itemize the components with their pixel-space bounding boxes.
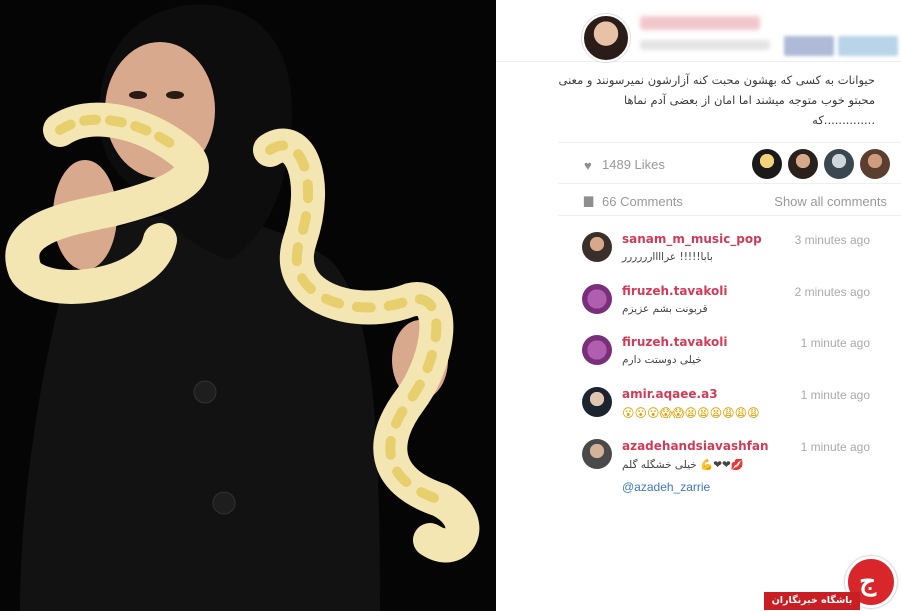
share-twitter-button[interactable] xyxy=(838,36,898,56)
photo-illustration xyxy=(0,0,496,611)
author-username-blurred[interactable] xyxy=(640,16,760,30)
comment-item: sanam_m_music_pop 3 minutes ago بابا!!!!… xyxy=(580,232,880,282)
commenter-username[interactable]: firuzeh.tavakoli xyxy=(622,335,727,349)
comment-text: 💋❤❤💪 خیلی خشگله گلم xyxy=(622,459,744,471)
commenter-avatar[interactable] xyxy=(582,284,612,314)
author-avatar[interactable] xyxy=(582,14,630,62)
comment-item: firuzeh.tavakoli 2 minutes ago قربونت بش… xyxy=(580,284,880,334)
comment-time: 1 minute ago xyxy=(800,388,870,402)
comment-text: 😮😮😮😱😱😫😫😫😩😩😩 xyxy=(622,406,760,420)
watermark-glyph: ج xyxy=(859,567,876,597)
commenter-username[interactable]: sanam_m_music_pop xyxy=(622,232,762,246)
show-all-comments-link[interactable]: Show all comments xyxy=(774,194,887,209)
watermark-label: باشگاه خبرنگاران xyxy=(764,592,860,610)
comment-text: بابا!!!!! عراااارررررر xyxy=(622,251,713,263)
commenter-username[interactable]: amir.aqaee.a3 xyxy=(622,387,718,401)
liker-avatar[interactable] xyxy=(860,149,890,179)
post-photo[interactable] xyxy=(0,0,496,611)
comments-count: 66 Comments xyxy=(602,194,683,209)
likes-count[interactable]: 1489 Likes xyxy=(602,157,665,172)
post-header xyxy=(496,0,901,62)
caption-line: حیوانات به کسی که بهشون محبت کنه آزارشون… xyxy=(558,73,875,87)
commenter-username[interactable]: firuzeh.tavakoli xyxy=(622,284,727,298)
comment-item: azadehandsiavashfan 1 minute ago 💋❤❤💪 خی… xyxy=(580,439,880,499)
heart-icon[interactable]: ♥ xyxy=(584,158,592,173)
post-sidebar: حیوانات به کسی که بهشون محبت کنه آزارشون… xyxy=(496,0,901,611)
comment-time: 3 minutes ago xyxy=(794,233,870,247)
caption-line: محبتو خوب متوجه میشند اما امان از بعضی آ… xyxy=(623,93,875,107)
liker-avatar[interactable] xyxy=(824,149,854,179)
comment-time: 1 minute ago xyxy=(800,440,870,454)
comments-bar: ▆ 66 Comments Show all comments xyxy=(558,186,901,216)
liker-avatar[interactable] xyxy=(788,149,818,179)
likes-bar: ♥ 1489 Likes xyxy=(558,142,901,184)
commenter-avatar[interactable] xyxy=(582,335,612,365)
comment-item: firuzeh.tavakoli 1 minute ago خیلی دوستت… xyxy=(580,335,880,385)
share-facebook-button[interactable] xyxy=(784,36,834,56)
post-caption: حیوانات به کسی که بهشون محبت کنه آزارشون… xyxy=(520,70,875,130)
caption-line: ..............که xyxy=(812,113,875,127)
commenter-avatar[interactable] xyxy=(582,439,612,469)
comment-time: 2 minutes ago xyxy=(794,285,870,299)
comment-text: قربونت بشم عزیزم xyxy=(622,303,708,315)
commenter-username[interactable]: azadehandsiavashfan xyxy=(622,439,769,453)
commenter-avatar[interactable] xyxy=(582,387,612,417)
liker-avatar[interactable] xyxy=(752,149,782,179)
commenter-avatar[interactable] xyxy=(582,232,612,262)
comment-text: خیلی دوستت دارم xyxy=(622,354,702,366)
comment-mention-link[interactable]: @azadeh_zarrie xyxy=(622,480,710,494)
comment-icon: ▆ xyxy=(584,193,594,207)
comment-time: 1 minute ago xyxy=(800,336,870,350)
author-meta-blurred xyxy=(640,40,770,50)
site-watermark: ج باشگاه خبرنگاران xyxy=(764,556,901,611)
comment-item: amir.aqaee.a3 1 minute ago 😮😮😮😱😱😫😫😫😩😩😩 xyxy=(580,387,880,437)
